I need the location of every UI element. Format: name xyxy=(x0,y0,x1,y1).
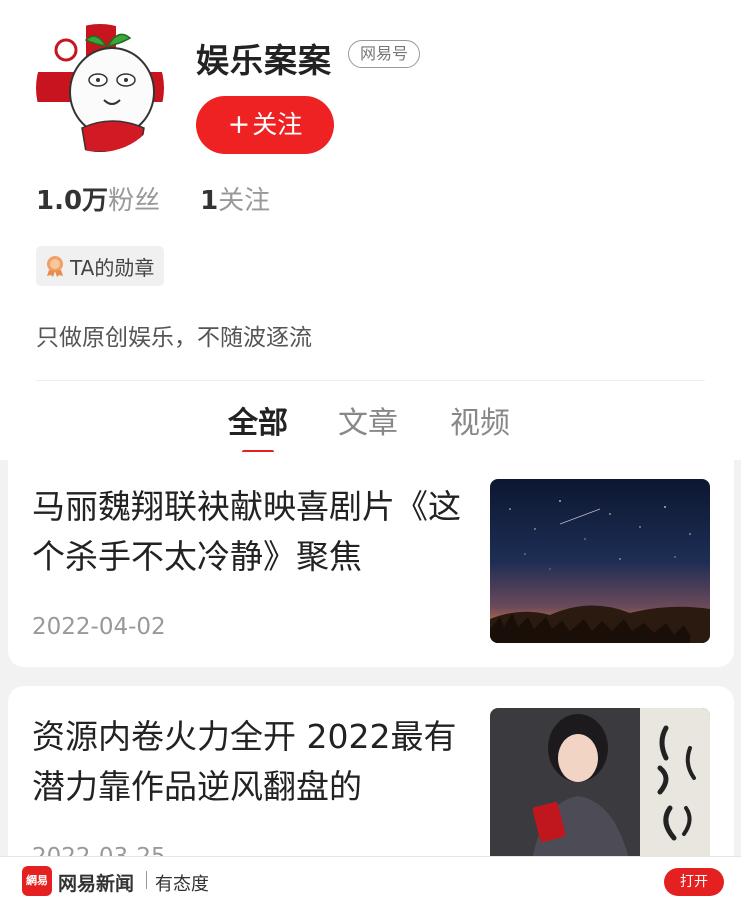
followers-label[interactable]: 粉丝 xyxy=(108,186,160,216)
starry-night-sky-image xyxy=(490,479,710,643)
content-tabs: 全部 文章 视频 xyxy=(0,398,741,458)
account-type-badge: 网易号 xyxy=(348,40,421,68)
medal-label: TA的勋章 xyxy=(70,255,155,280)
article-card[interactable]: 马丽魏翔联袂献映喜剧片《这个杀手不太冷静》聚焦 2022-04-02 xyxy=(8,452,734,667)
plus-icon: + xyxy=(227,109,251,140)
tab-videos[interactable]: 视频 xyxy=(450,398,510,442)
brand-separator xyxy=(146,871,147,889)
medal-entry[interactable]: TA的勋章 xyxy=(36,246,165,286)
follow-button-label: 关注 xyxy=(252,110,303,139)
avatar-cartoon-icon xyxy=(36,24,164,152)
profile-bio: 只做原创娱乐，不随波逐流 xyxy=(36,325,312,351)
article-title[interactable]: 马丽魏翔联袂献映喜剧片《这个杀手不太冷静》聚焦 xyxy=(32,482,472,582)
following-count: 1 xyxy=(200,186,219,216)
medal-icon xyxy=(47,256,63,277)
avatar[interactable] xyxy=(36,24,164,152)
profile-stats: 1.0万粉丝 1关注 xyxy=(36,180,270,217)
tab-articles[interactable]: 文章 xyxy=(338,398,398,442)
brand-slogan: 有态度 xyxy=(155,874,209,895)
actress-photo-image xyxy=(490,708,710,872)
account-name: 娱乐案案 xyxy=(196,41,332,80)
profile-header: 娱乐案案 网易号 +关注 1.0万粉丝 1关注 TA的勋章 只做原创娱乐，不随波逐… xyxy=(0,0,741,460)
download-app-bar: 網易 网易新闻 有态度 打开 xyxy=(0,856,741,902)
divider xyxy=(36,380,705,381)
following-label[interactable]: 关注 xyxy=(218,186,270,216)
article-date: 2022-04-02 xyxy=(32,614,166,640)
article-thumbnail[interactable] xyxy=(490,479,710,643)
open-app-button[interactable]: 打开 xyxy=(664,868,724,896)
tab-all[interactable]: 全部 xyxy=(228,398,288,442)
article-title[interactable]: 资源内卷火力全开 2022最有潜力靠作品逆风翻盘的 xyxy=(32,712,472,812)
brand-name: 网易新闻 xyxy=(58,873,135,895)
netease-logo-icon: 網易 xyxy=(22,866,52,896)
follow-button[interactable]: +关注 xyxy=(196,96,334,154)
followers-count: 1.0万 xyxy=(36,186,109,216)
article-thumbnail[interactable] xyxy=(490,708,710,872)
